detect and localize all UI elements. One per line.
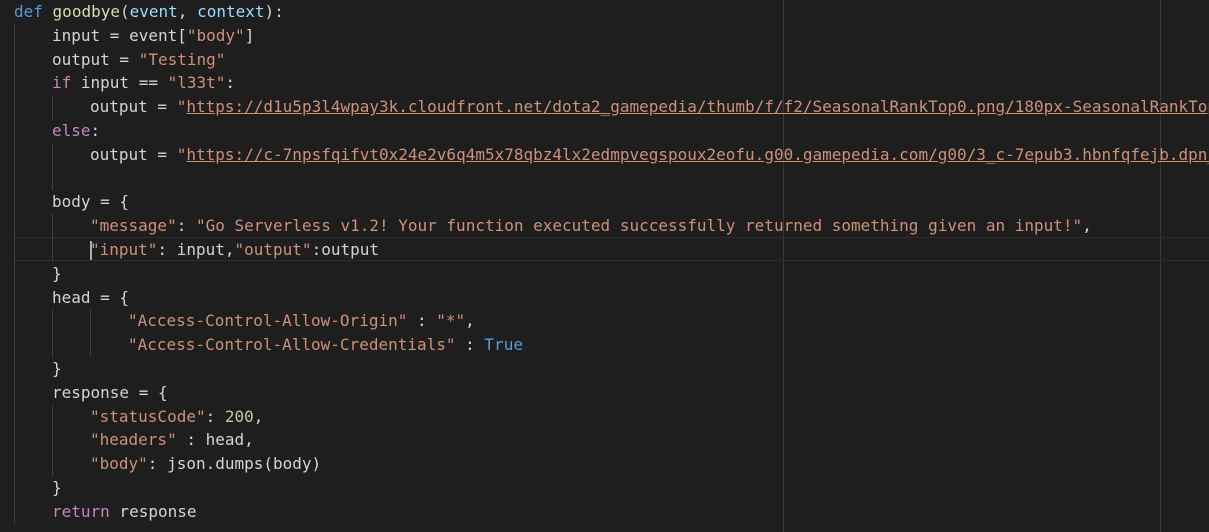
code-token: } (52, 359, 62, 378)
code-token: def (14, 2, 43, 21)
code-token: = { (90, 192, 130, 212)
code-token: = (147, 144, 177, 164)
code-token: "Go Serverless v1.2! Your function execu… (195, 216, 1083, 236)
code-token: : (407, 311, 437, 331)
code-token: "Access-Control-Allow-Credentials" (128, 335, 456, 355)
indent-guide (52, 404, 53, 476)
code-token: : (225, 73, 236, 93)
code-token: : input, (157, 240, 235, 259)
indent-guide (52, 309, 53, 357)
code-line[interactable]: } (52, 357, 62, 381)
code-token: "l33t" (167, 73, 226, 93)
indent-guide (52, 95, 53, 119)
code-line[interactable]: response = { (52, 381, 168, 405)
code-editor[interactable]: def goodbye(event, context): input = even… (0, 0, 1209, 532)
code-token: : (176, 216, 196, 236)
code-line[interactable]: input = event["body"] (52, 24, 254, 48)
code-token: = (109, 49, 139, 69)
code-line[interactable]: def goodbye(event, context): (14, 0, 284, 24)
code-token: input (52, 25, 101, 45)
code-token: , (177, 2, 198, 21)
code-token: = (100, 25, 130, 45)
code-token: context (197, 2, 265, 21)
vertical-ruler (1160, 0, 1161, 532)
code-token: "body" (90, 454, 148, 474)
code-token: 200 (224, 406, 254, 426)
code-token: output (52, 49, 110, 69)
code-line[interactable]: output = "https://c-7npsfqifvt0x24e2v6q4… (90, 143, 1209, 167)
code-token: :output (311, 240, 379, 259)
code-line[interactable]: if input == "l33t": (52, 71, 235, 95)
code-line[interactable]: output = "https://d1u5p3l4wpay3k.cloudfr… (90, 95, 1209, 119)
code-token: "Access-Control-Allow-Origin" (128, 311, 408, 331)
code-line[interactable]: "headers" : head, (90, 428, 254, 452)
code-token: response (52, 382, 130, 402)
code-token: https://d1u5p3l4wpay3k.cloudfront.net/do… (186, 97, 1209, 117)
code-token: "body" (186, 25, 245, 45)
code-line[interactable]: return response (52, 500, 197, 524)
code-token: : head, (176, 430, 254, 450)
code-token: output (90, 144, 148, 164)
code-line[interactable]: "Access-Control-Allow-Origin" : "*", (128, 309, 475, 333)
code-token: "*" (436, 311, 466, 331)
code-token: body (52, 192, 91, 212)
code-token: return (52, 501, 110, 521)
code-token: = (147, 97, 177, 117)
code-line[interactable]: "statusCode": 200, (90, 405, 263, 429)
code-token: ): (264, 2, 284, 21)
code-token: } (52, 263, 62, 283)
code-token: "headers" (90, 430, 177, 450)
code-token: "output" (234, 240, 312, 259)
code-token: : (455, 335, 485, 355)
code-line[interactable]: else: (52, 119, 100, 143)
vertical-ruler (783, 0, 784, 532)
indent-guide (14, 23, 15, 524)
code-token: input == (71, 73, 168, 93)
code-token: " (176, 144, 187, 164)
code-token: goodbye (52, 2, 120, 21)
code-token: = { (129, 382, 168, 402)
code-line[interactable]: } (52, 262, 62, 286)
code-token: event (129, 2, 178, 21)
indent-guide (90, 309, 91, 357)
code-token: , (253, 406, 264, 426)
code-line[interactable]: "body": json.dumps(body) (90, 452, 321, 476)
code-token: output (90, 97, 148, 117)
code-token: True (484, 335, 523, 355)
code-token: : (90, 121, 101, 140)
code-token: " (176, 97, 187, 117)
code-token: : json.dumps(body) (147, 454, 322, 474)
code-line[interactable]: head = { (52, 286, 129, 310)
indent-guide (52, 142, 53, 191)
code-token: "message" (90, 216, 177, 236)
code-token: "statusCode" (90, 406, 206, 426)
code-token: https://c-7npsfqifvt0x24e2v6q4m5x78qbz4l… (186, 144, 1209, 164)
code-token: ( (119, 2, 130, 21)
code-line[interactable]: } (52, 476, 62, 500)
code-token: "input" (90, 240, 158, 259)
code-token: event (129, 25, 178, 45)
code-line[interactable]: output = "Testing" (52, 48, 225, 72)
code-token: if (52, 73, 72, 93)
code-token: } (52, 478, 62, 497)
code-token: [ (177, 25, 187, 45)
indent-guide (52, 214, 53, 262)
code-token: response (109, 501, 197, 521)
code-token: ] (244, 25, 255, 45)
code-token: else (52, 121, 91, 140)
code-token: : (205, 406, 225, 426)
code-line[interactable]: "message": "Go Serverless v1.2! Your fun… (90, 214, 1092, 238)
code-line[interactable]: "Access-Control-Allow-Credentials" : Tru… (128, 333, 523, 357)
code-line[interactable]: body = { (52, 190, 129, 214)
code-token: , (1082, 216, 1092, 236)
code-token: = { (90, 287, 130, 307)
code-line[interactable]: "input": input,"output":output (90, 238, 379, 262)
code-token: "Testing" (138, 49, 226, 69)
code-token: head (52, 287, 91, 307)
code-token: , (465, 311, 475, 331)
